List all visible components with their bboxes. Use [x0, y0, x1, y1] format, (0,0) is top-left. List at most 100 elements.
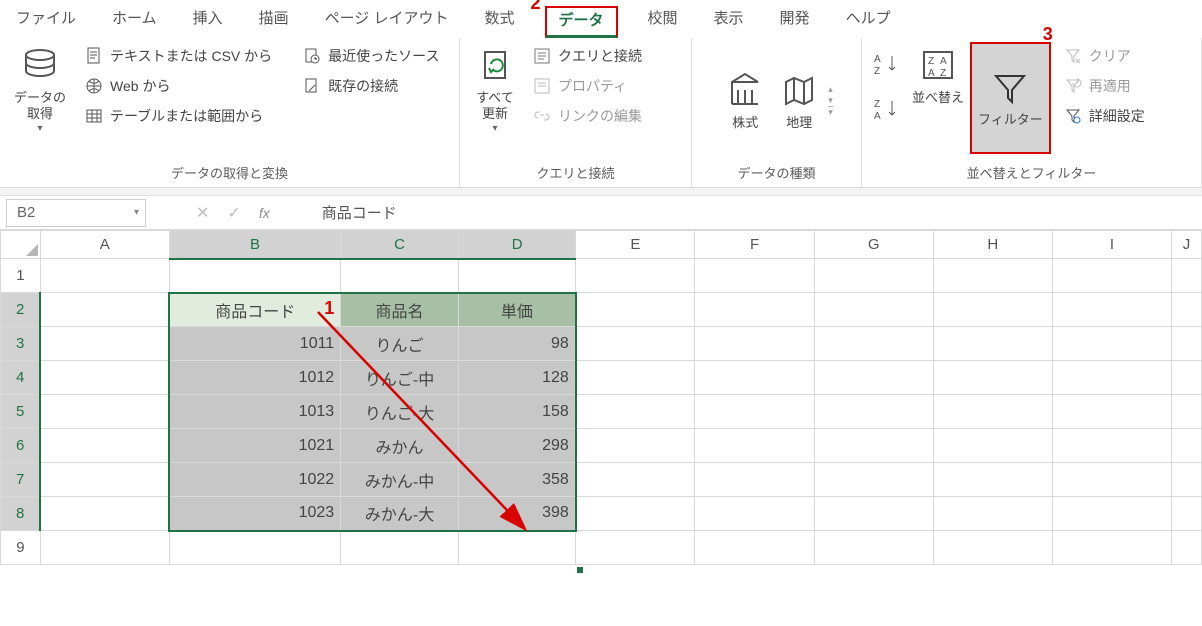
cell[interactable]	[814, 293, 933, 327]
existing-connections-button[interactable]: 既存の接続	[300, 74, 441, 98]
col-header[interactable]: G	[814, 231, 933, 259]
cell[interactable]: りんご-大	[341, 395, 459, 429]
cell[interactable]	[933, 395, 1052, 429]
row-header[interactable]: 6	[1, 429, 41, 463]
cell[interactable]	[576, 361, 695, 395]
geography-button[interactable]: 地理	[772, 67, 826, 135]
row-header[interactable]: 4	[1, 361, 41, 395]
cell[interactable]	[40, 293, 169, 327]
col-header[interactable]: F	[695, 231, 814, 259]
queries-connections-button[interactable]: クエリと接続	[530, 44, 644, 68]
cell[interactable]	[40, 395, 169, 429]
col-header[interactable]: E	[576, 231, 695, 259]
cell[interactable]	[341, 259, 459, 293]
fill-handle[interactable]	[576, 566, 584, 574]
cell[interactable]	[1052, 259, 1171, 293]
cell[interactable]	[933, 293, 1052, 327]
col-header[interactable]: H	[933, 231, 1052, 259]
cell[interactable]	[1052, 293, 1171, 327]
cell[interactable]: 単価	[458, 293, 575, 327]
cell[interactable]	[1172, 259, 1202, 293]
cell[interactable]	[1052, 531, 1171, 565]
cell[interactable]: 1012	[169, 361, 340, 395]
col-header[interactable]: A	[40, 231, 169, 259]
cell[interactable]	[1052, 327, 1171, 361]
reapply-button[interactable]: 再適用	[1061, 74, 1147, 98]
cell[interactable]: 158	[458, 395, 575, 429]
filter-button[interactable]: フィルター	[970, 42, 1051, 154]
cell[interactable]: みかん	[341, 429, 459, 463]
cell[interactable]: みかん-大	[341, 497, 459, 531]
tab-draw[interactable]: 描画	[253, 3, 295, 36]
confirm-formula-icon[interactable]: ✓	[227, 203, 240, 223]
row-header[interactable]: 1	[1, 259, 41, 293]
cell[interactable]	[933, 327, 1052, 361]
cell[interactable]	[1052, 361, 1171, 395]
cell[interactable]	[40, 259, 169, 293]
insert-function-button[interactable]: fx	[259, 205, 270, 221]
cell[interactable]	[1172, 327, 1202, 361]
cell[interactable]: 98	[458, 327, 575, 361]
col-header[interactable]: D	[458, 231, 575, 259]
cell[interactable]	[933, 259, 1052, 293]
cell[interactable]	[814, 429, 933, 463]
cell[interactable]	[576, 531, 695, 565]
cell[interactable]	[40, 327, 169, 361]
cell[interactable]	[458, 531, 575, 565]
formula-input[interactable]: 商品コード	[294, 202, 397, 223]
cell[interactable]: 1011	[169, 327, 340, 361]
cell[interactable]	[1052, 497, 1171, 531]
data-types-gallery-scroll[interactable]: ▴ ▾ ▾	[826, 84, 835, 118]
cell[interactable]	[933, 463, 1052, 497]
cell[interactable]	[1052, 395, 1171, 429]
name-box[interactable]: B2 ▾	[6, 199, 146, 227]
tab-insert[interactable]: 挿入	[187, 3, 229, 36]
row-header[interactable]: 7	[1, 463, 41, 497]
tab-pagelayout[interactable]: ページ レイアウト	[319, 3, 455, 36]
cell[interactable]	[576, 327, 695, 361]
cell[interactable]	[169, 531, 340, 565]
cell[interactable]	[1052, 429, 1171, 463]
cell[interactable]	[1172, 293, 1202, 327]
sort-asc-icon[interactable]: AZ	[874, 52, 900, 79]
cell[interactable]	[933, 497, 1052, 531]
col-header[interactable]: J	[1172, 231, 1202, 259]
cell[interactable]	[40, 497, 169, 531]
cell[interactable]	[576, 293, 695, 327]
select-all-corner[interactable]	[1, 231, 41, 259]
cell[interactable]	[814, 463, 933, 497]
cell[interactable]	[1172, 361, 1202, 395]
from-web-button[interactable]: Web から	[82, 74, 274, 98]
cell[interactable]: 1013	[169, 395, 340, 429]
cell[interactable]: みかん-中	[341, 463, 459, 497]
col-header[interactable]: B	[169, 231, 340, 259]
cell[interactable]	[814, 361, 933, 395]
cell[interactable]: 298	[458, 429, 575, 463]
get-data-button[interactable]: データの 取得 ▾	[8, 42, 72, 139]
cell[interactable]	[341, 531, 459, 565]
cell[interactable]	[1172, 497, 1202, 531]
cell[interactable]	[40, 361, 169, 395]
cell[interactable]	[40, 429, 169, 463]
tab-view[interactable]: 表示	[708, 3, 750, 36]
tab-help[interactable]: ヘルプ	[840, 3, 897, 36]
cell[interactable]: 358	[458, 463, 575, 497]
cell[interactable]	[695, 497, 814, 531]
properties-button[interactable]: プロパティ	[530, 74, 644, 98]
cell[interactable]	[40, 463, 169, 497]
cell[interactable]	[933, 531, 1052, 565]
cell[interactable]	[695, 259, 814, 293]
row-header[interactable]: 9	[1, 531, 41, 565]
from-text-csv-button[interactable]: テキストまたは CSV から	[82, 44, 274, 68]
row-header[interactable]: 2	[1, 293, 41, 327]
cell[interactable]: 1023	[169, 497, 340, 531]
row-header[interactable]: 3	[1, 327, 41, 361]
cell[interactable]	[814, 395, 933, 429]
cell[interactable]: 128	[458, 361, 575, 395]
cell[interactable]	[576, 259, 695, 293]
tab-home[interactable]: ホーム	[106, 3, 163, 36]
col-header[interactable]: I	[1052, 231, 1171, 259]
recent-sources-button[interactable]: 最近使ったソース	[300, 44, 441, 68]
cell[interactable]	[695, 463, 814, 497]
cell[interactable]	[1052, 463, 1171, 497]
